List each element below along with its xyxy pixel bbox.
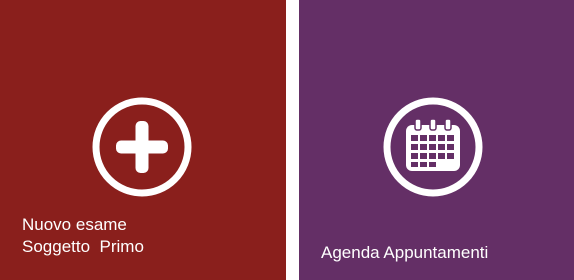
plus-circle-icon — [91, 96, 193, 198]
new-exam-tile[interactable]: Nuovo esame Soggetto Primo — [0, 0, 286, 280]
new-exam-label-line2: Soggetto Primo — [22, 237, 144, 256]
new-exam-label: Nuovo esame Soggetto Primo — [22, 214, 144, 258]
agenda-label: Agenda Appuntamenti — [321, 243, 489, 262]
calendar-circle-icon — [382, 96, 484, 198]
tile-grid: Nuovo esame Soggetto Primo Agenda Appunt… — [0, 0, 574, 280]
new-exam-label-line1: Nuovo esame — [22, 215, 127, 234]
agenda-tile[interactable]: Agenda Appuntamenti — [299, 0, 574, 280]
